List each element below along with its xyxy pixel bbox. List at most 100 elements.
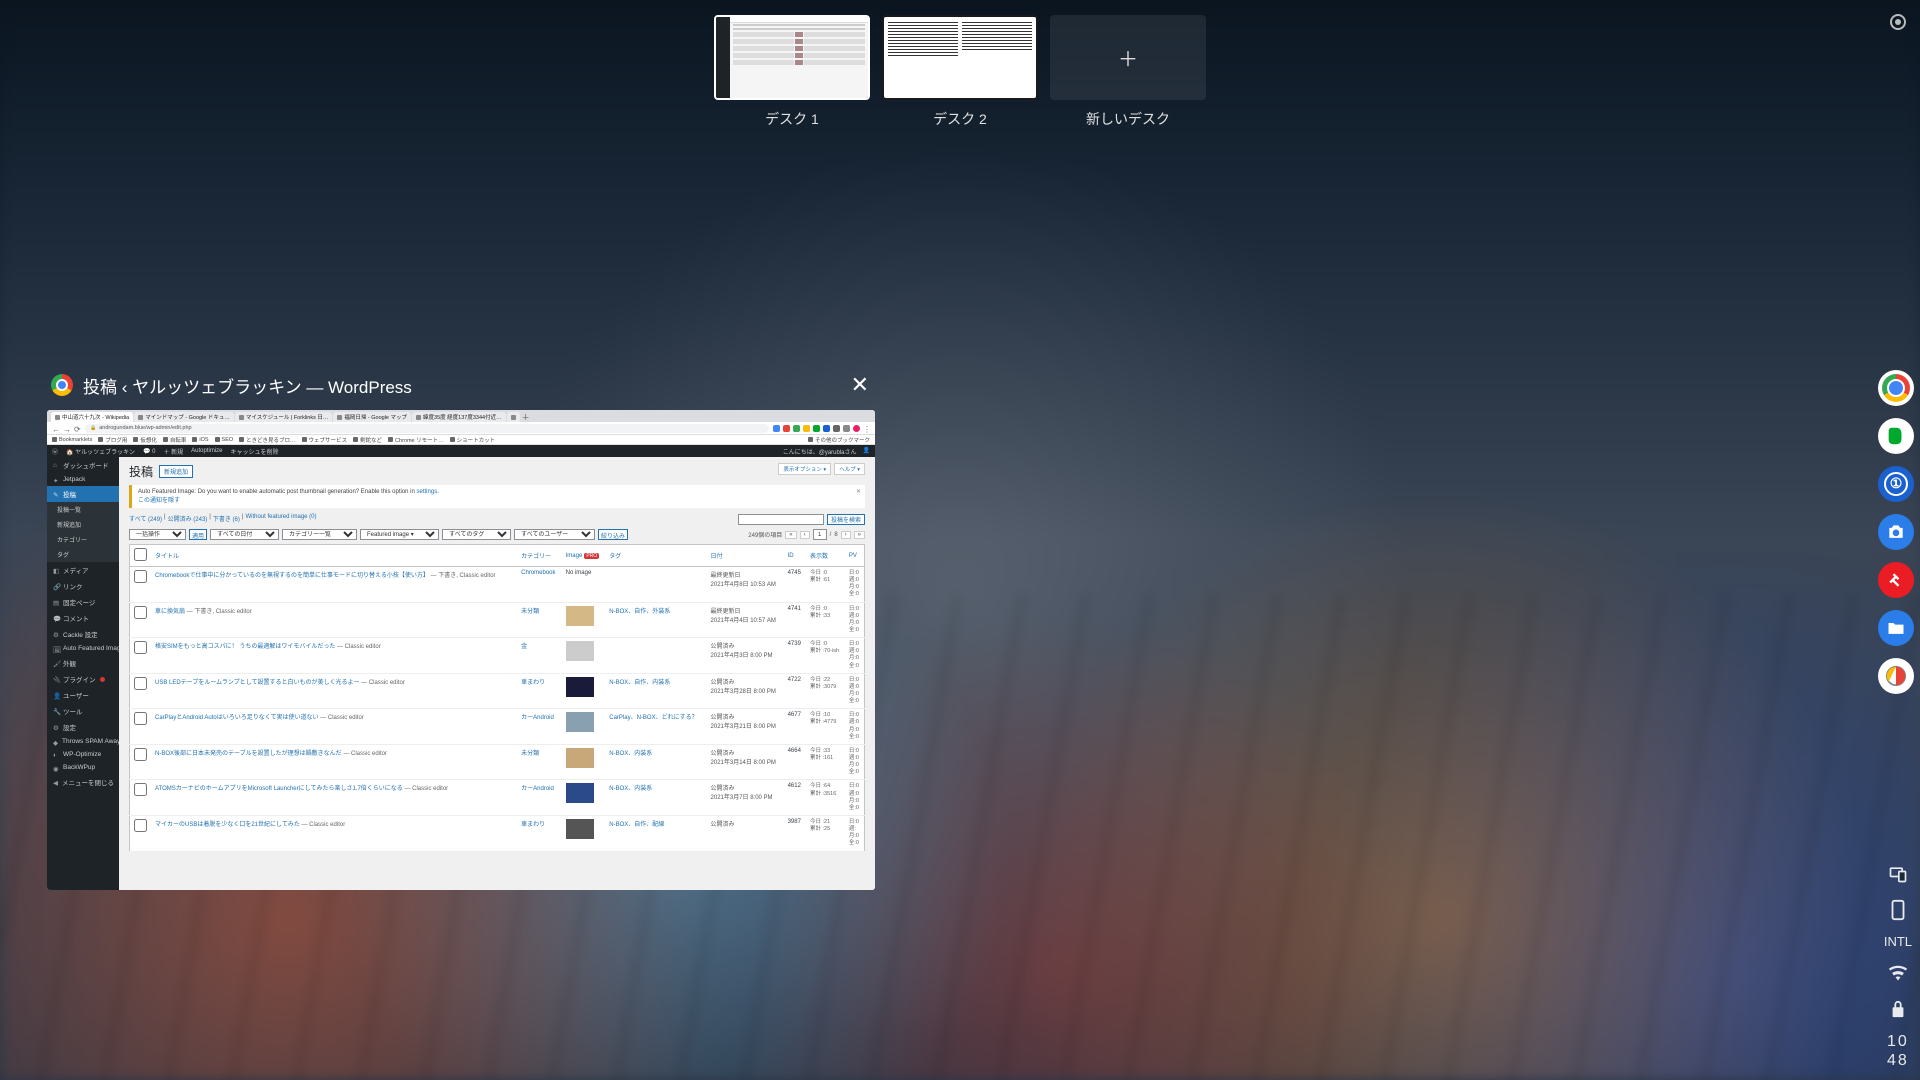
filter-nofeatured[interactable]: Without featured image (0) <box>245 514 316 525</box>
row-checkbox[interactable] <box>134 641 147 654</box>
wp-menu-Jetpack[interactable]: ✦Jetpack <box>47 473 119 486</box>
featured-filter-select[interactable]: Featured image ▾ <box>360 529 439 540</box>
wp-avatar-icon[interactable]: 👤 <box>863 447 870 456</box>
post-category-link[interactable]: 金 <box>521 644 527 650</box>
desk-2[interactable]: デスク 2 <box>882 15 1038 129</box>
browser-tab[interactable] <box>507 412 520 422</box>
extension-icon[interactable] <box>773 425 780 432</box>
post-tag-link[interactable]: CarPlay、N-BOX、どれにする？ <box>609 715 697 721</box>
select-all-checkbox[interactable] <box>134 548 147 561</box>
browser-tab[interactable]: マインドマップ - Google ドキュ… <box>134 412 234 422</box>
wp-menu-カテゴリー[interactable]: カテゴリー <box>47 532 119 547</box>
col-image[interactable]: ImagePRO <box>562 545 606 567</box>
wp-menu-コメント[interactable]: 💬コメント <box>47 610 119 626</box>
shelf-screenshot-icon[interactable] <box>1878 514 1914 550</box>
row-checkbox[interactable] <box>134 748 147 761</box>
next-page-button[interactable]: › <box>841 531 851 539</box>
post-title-link[interactable]: N-BOX後部に日本未発売のテーブルを設置したが理想は鍋敷きなんだ <box>155 751 342 757</box>
wp-new-link[interactable]: ＋ 新規 <box>163 447 183 456</box>
date-filter-select[interactable]: すべての日付 <box>210 529 279 540</box>
notice-settings-link[interactable]: settings <box>417 489 438 495</box>
bookmark-item[interactable]: 仮想化 <box>133 436 157 444</box>
address-bar[interactable]: 🔒androgundam.blue/wp-admin/edit.php <box>85 424 769 433</box>
wp-menu-固定ページ[interactable]: ▤固定ページ <box>47 594 119 610</box>
col-title[interactable]: タイトル <box>151 545 517 567</box>
wp-menu-メディア[interactable]: ◧メディア <box>47 562 119 578</box>
post-category-link[interactable]: カーAndroid <box>521 786 554 792</box>
wp-menu-リンク[interactable]: 🔗リンク <box>47 578 119 594</box>
wp-menu-ユーザー[interactable]: 👤ユーザー <box>47 687 119 703</box>
bookmark-item[interactable]: iOS <box>192 437 208 443</box>
bulk-action-select[interactable]: 一括操作 <box>129 529 186 540</box>
shelf-1password-icon[interactable]: ① <box>1878 466 1914 502</box>
post-title-link[interactable]: CarPlayとAndroid Autoはいろいろ足りなくて実は使い道ない <box>155 715 319 721</box>
row-checkbox[interactable] <box>134 819 147 832</box>
extension-icon[interactable] <box>803 425 810 432</box>
post-tag-link[interactable]: N-BOX、内装系 <box>609 786 652 792</box>
shelf-app-icon[interactable] <box>1878 658 1914 694</box>
col-views[interactable]: 表示数 <box>806 545 845 567</box>
post-category-link[interactable]: 未分類 <box>521 751 539 757</box>
forward-icon[interactable]: → <box>63 425 70 432</box>
desk-2-thumbnail[interactable] <box>882 15 1038 100</box>
col-date[interactable]: 日付 <box>707 545 784 567</box>
wp-menu-新規追加[interactable]: 新規追加 <box>47 517 119 532</box>
row-checkbox[interactable] <box>134 570 147 583</box>
tag-filter-select[interactable]: すべてのタグ <box>442 529 511 540</box>
extension-icon[interactable] <box>823 425 830 432</box>
post-title-link[interactable]: 車に換気扇 <box>155 609 185 615</box>
browser-tab[interactable]: マイスケジュール | Forklinks 日… <box>235 412 332 422</box>
extension-icon[interactable] <box>813 425 820 432</box>
shelf-authy-icon[interactable] <box>1878 562 1914 598</box>
new-tab-button[interactable]: ＋ <box>521 412 531 422</box>
notice-hide-link[interactable]: この通知を隠す <box>138 498 180 504</box>
post-title-link[interactable]: 格安SIMをもっと高コスパに！ うちの最適解はワイモバイルだった <box>155 644 335 650</box>
wp-menu-ツール[interactable]: 🔧ツール <box>47 703 119 719</box>
back-icon[interactable]: ← <box>52 425 59 432</box>
clock[interactable]: 10 48 <box>1887 1033 1909 1070</box>
wp-cache-link[interactable]: キャッシュを削除 <box>231 447 279 456</box>
first-page-button[interactable]: « <box>785 531 796 539</box>
menu-icon[interactable]: ⋮ <box>863 425 870 432</box>
screen-options-button[interactable]: 表示オプション ▾ <box>778 463 831 475</box>
new-desk[interactable]: ＋ 新しいデスク <box>1050 15 1206 129</box>
bookmark-item[interactable]: ときどき見るブロ… <box>239 436 295 444</box>
wp-howdy[interactable]: こんにちは、@yarublaさん <box>783 447 857 456</box>
bookmark-item[interactable]: ウェブサービス <box>302 436 348 444</box>
add-new-button[interactable]: 新規追加 <box>159 465 193 478</box>
bookmark-item[interactable]: SEO <box>215 437 234 443</box>
filter-published[interactable]: 公開済み (243) <box>168 514 208 525</box>
phone-icon[interactable] <box>1886 898 1910 922</box>
wifi-icon[interactable] <box>1886 961 1910 985</box>
bookmark-item[interactable]: Bookmarklets <box>52 437 92 443</box>
shelf-files-icon[interactable] <box>1878 610 1914 646</box>
extension-icon[interactable] <box>793 425 800 432</box>
overview-window-card[interactable]: 投稿 ‹ ヤルッツェブラッキン — WordPress ✕ 中山道六十九次 - … <box>47 360 877 890</box>
bookmark-item[interactable]: ブログ用 <box>98 436 127 444</box>
extension-icon[interactable] <box>783 425 790 432</box>
wp-menu-投稿[interactable]: ✎投稿 <box>47 486 119 502</box>
new-desk-button[interactable]: ＋ <box>1050 15 1206 100</box>
wp-autoptimize-link[interactable]: Autoptimize <box>191 448 222 454</box>
reload-icon[interactable]: ⟳ <box>74 425 81 432</box>
category-filter-select[interactable]: カテゴリー一覧 <box>282 529 357 540</box>
shelf-evernote-icon[interactable] <box>1878 418 1914 454</box>
extension-icon[interactable] <box>843 425 850 432</box>
col-category[interactable]: カテゴリー <box>517 545 561 567</box>
row-checkbox[interactable] <box>134 606 147 619</box>
ime-indicator[interactable]: INTL <box>1884 934 1912 949</box>
desk-1[interactable]: デスク 1 <box>714 15 870 129</box>
row-checkbox[interactable] <box>134 783 147 796</box>
wp-menu-WP-Optimize[interactable]: ◐WP-Optimize <box>47 748 119 761</box>
wp-comments-link[interactable]: 💬 0 <box>143 448 155 455</box>
col-pv[interactable]: PV <box>845 545 865 567</box>
filter-button[interactable] <box>598 529 628 540</box>
user-filter-select[interactable]: すべてのユーザー <box>514 529 595 540</box>
desk-1-thumbnail[interactable] <box>714 15 870 100</box>
bookmark-item[interactable]: Chrome リモート… <box>388 436 444 444</box>
avatar-icon[interactable] <box>853 425 860 432</box>
apply-button[interactable] <box>189 529 207 540</box>
filter-draft[interactable]: 下書き (6) <box>213 514 240 525</box>
search-posts-button[interactable] <box>827 514 865 525</box>
col-id[interactable]: ID <box>784 545 806 567</box>
